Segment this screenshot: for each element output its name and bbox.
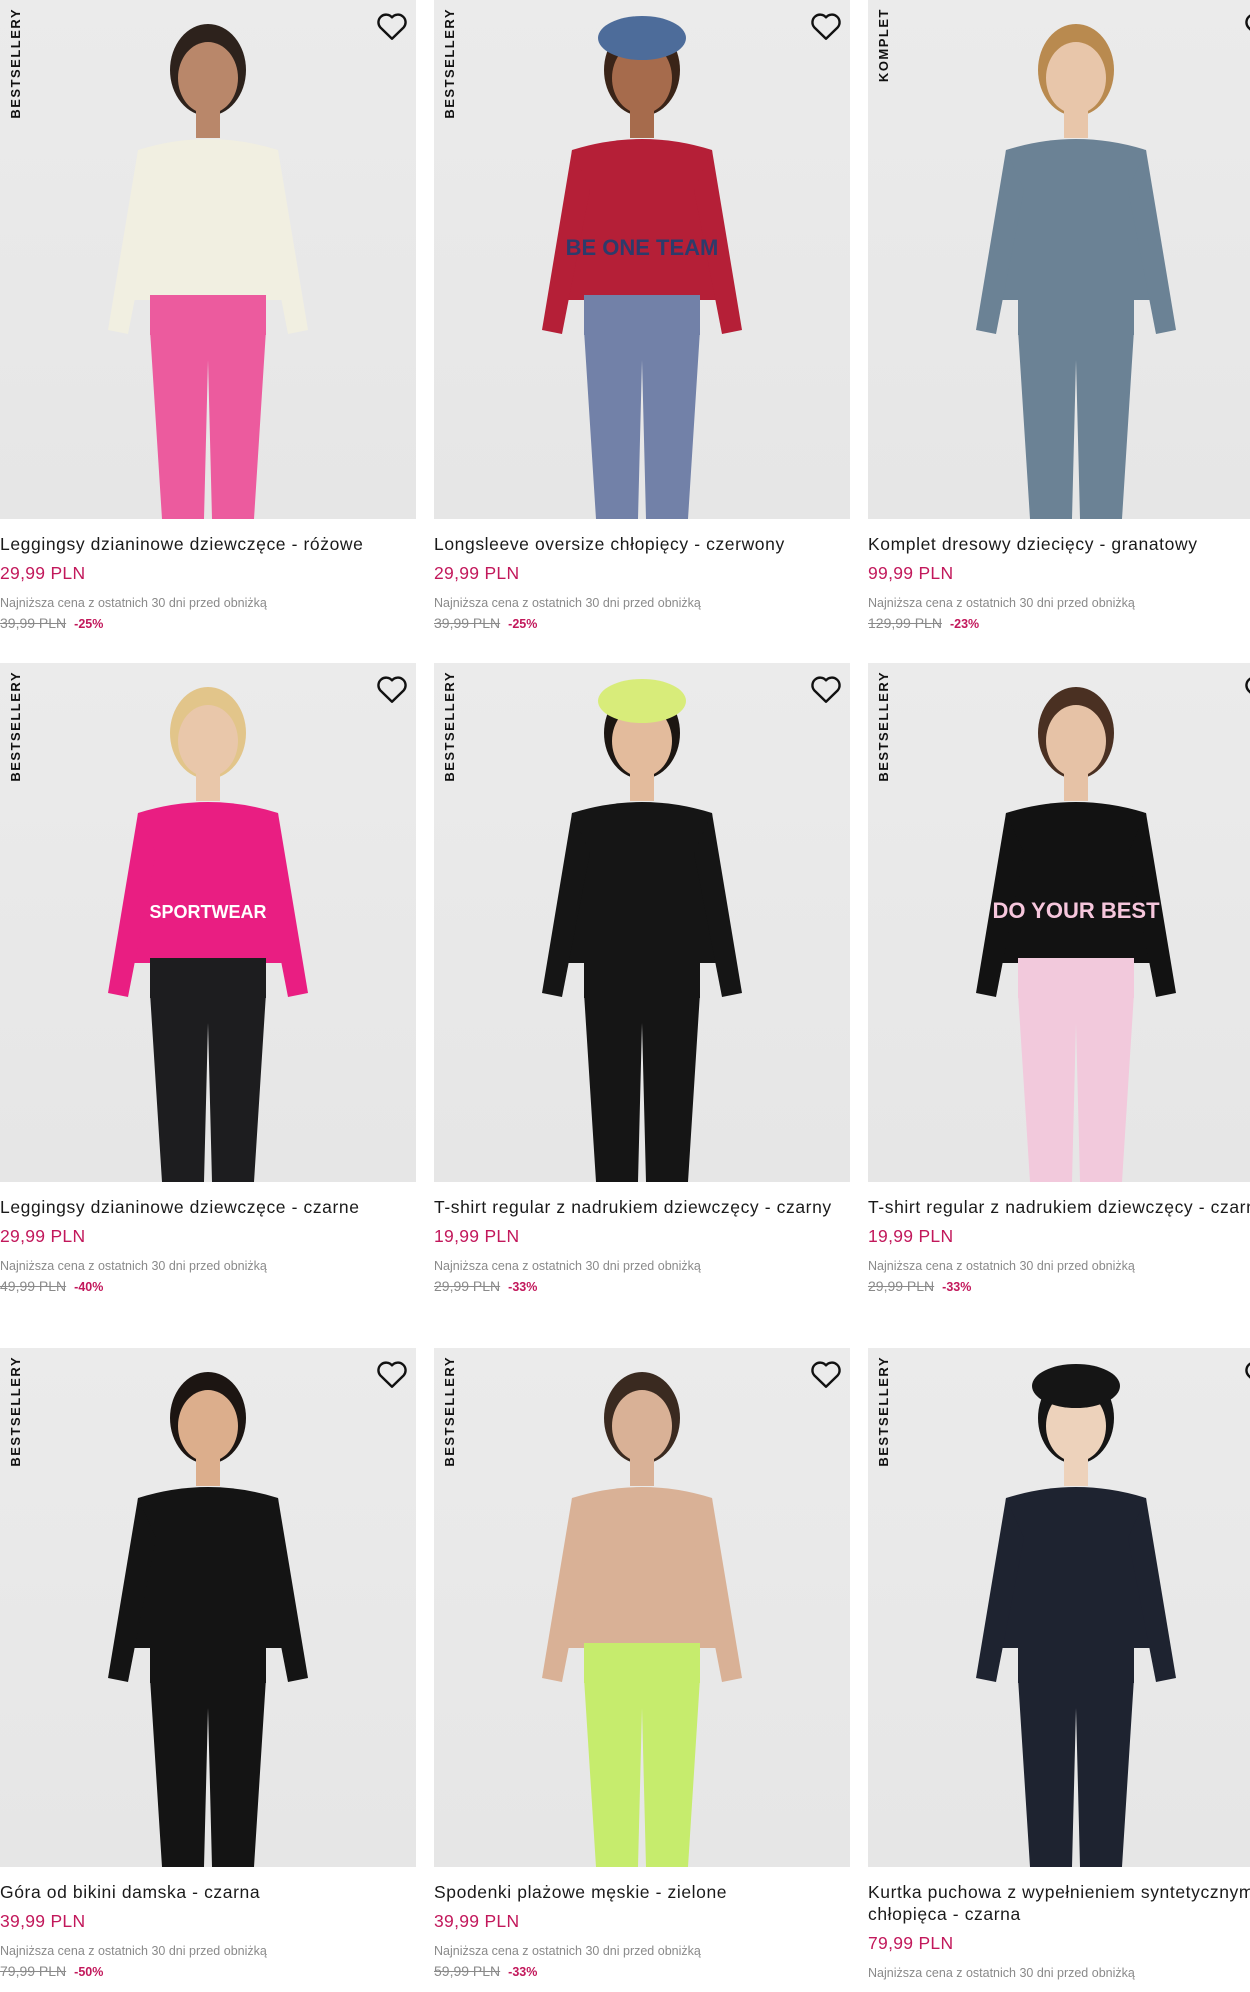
old-price: 79,99 PLN [0, 1963, 67, 1979]
product-card[interactable]: BESTSELLERY Góra od bikini damska - czar… [0, 1348, 416, 1979]
cap [598, 679, 686, 723]
product-image[interactable]: BESTSELLERY [434, 663, 850, 1182]
wishlist-heart-icon[interactable] [1242, 1356, 1250, 1392]
product-price: 39,99 PLN [434, 1911, 520, 1931]
product-card[interactable]: BESTSELLERY Kurtka puchowa z wypełnienie… [868, 1348, 1250, 1980]
garment-print: BE ONE TEAM [566, 235, 719, 260]
product-price: 19,99 PLN [868, 1226, 954, 1246]
old-price: 29,99 PLN [868, 1278, 935, 1294]
product-card[interactable]: DO YOUR BEST BESTSELLERY T-shirt regular… [868, 663, 1250, 1294]
lowest-price-note: Najniższa cena z ostatnich 30 dni przed … [434, 1259, 701, 1273]
wishlist-heart-icon[interactable] [808, 671, 844, 707]
old-price: 39,99 PLN [0, 615, 67, 631]
product-card[interactable]: BE ONE TEAM BESTSELLERY Longsleeve overs… [434, 0, 850, 631]
product-name[interactable]: Komplet dresowy dziecięcy - granatowy [868, 533, 1250, 555]
product-name[interactable]: Góra od bikini damska - czarna [0, 1881, 416, 1903]
product-name[interactable]: Spodenki plażowe męskie - zielone [434, 1881, 850, 1903]
product-image[interactable]: BESTSELLERY [0, 0, 416, 519]
model-photo [542, 1372, 742, 1867]
model-photo [976, 1364, 1176, 1867]
old-price: 129,99 PLN [868, 615, 942, 631]
model-photo [108, 1372, 308, 1867]
product-card[interactable]: SPORTWEAR BESTSELLERY Leggingsy dzianino… [0, 663, 416, 1294]
product-badge: BESTSELLERY [8, 8, 23, 119]
product-image[interactable]: BE ONE TEAM BESTSELLERY [434, 0, 850, 519]
product-card[interactable]: BESTSELLERY Leggingsy dzianinowe dziewcz… [0, 0, 416, 631]
discount-badge: -40% [74, 1280, 104, 1294]
garment-print: DO YOUR BEST [992, 898, 1160, 923]
old-price: 49,99 PLN [0, 1278, 67, 1294]
product-image[interactable]: SPORTWEAR BESTSELLERY [0, 663, 416, 1182]
wishlist-heart-icon[interactable] [374, 8, 410, 44]
discount-badge: -50% [74, 1965, 104, 1979]
cap [598, 16, 686, 60]
old-price: 29,99 PLN [434, 1278, 501, 1294]
wishlist-heart-icon[interactable] [1242, 671, 1250, 707]
lowest-price-note: Najniższa cena z ostatnich 30 dni przed … [0, 1259, 267, 1273]
product-image[interactable]: BESTSELLERY [868, 1348, 1250, 1867]
model-photo: SPORTWEAR [108, 687, 308, 1182]
product-price: 19,99 PLN [434, 1226, 520, 1246]
wishlist-heart-icon[interactable] [1242, 8, 1250, 44]
product-image[interactable]: BESTSELLERY [0, 1348, 416, 1867]
lowest-price-note: Najniższa cena z ostatnich 30 dni przed … [434, 596, 701, 610]
product-badge: BESTSELLERY [442, 1356, 457, 1467]
lowest-price-note: Najniższa cena z ostatnich 30 dni przed … [0, 596, 267, 610]
old-price: 39,99 PLN [434, 615, 501, 631]
product-card[interactable]: BESTSELLERY T-shirt regular z nadrukiem … [434, 663, 850, 1294]
product-price: 99,99 PLN [868, 563, 954, 583]
product-badge: BESTSELLERY [876, 1356, 891, 1467]
discount-badge: -25% [508, 617, 538, 631]
garment-print: SPORTWEAR [150, 902, 267, 922]
lowest-price-note: Najniższa cena z ostatnich 30 dni przed … [0, 1944, 267, 1958]
discount-badge: -33% [508, 1965, 538, 1979]
lowest-price-note: Najniższa cena z ostatnich 30 dni przed … [868, 596, 1135, 610]
product-image[interactable]: BESTSELLERY [434, 1348, 850, 1867]
lowest-price-note: Najniższa cena z ostatnich 30 dni przed … [434, 1944, 701, 1958]
product-name[interactable]: T-shirt regular z nadrukiem dziewczęcy -… [868, 1196, 1250, 1218]
product-image[interactable]: KOMPLET [868, 0, 1250, 519]
product-price: 29,99 PLN [0, 1226, 86, 1246]
discount-badge: -25% [74, 617, 104, 631]
product-name[interactable]: T-shirt regular z nadrukiem dziewczęcy -… [434, 1196, 850, 1218]
product-badge: BESTSELLERY [8, 671, 23, 782]
cap [1032, 1364, 1120, 1408]
old-price: 59,99 PLN [434, 1963, 501, 1979]
product-badge: KOMPLET [876, 8, 891, 83]
wishlist-heart-icon[interactable] [374, 1356, 410, 1392]
product-badge: BESTSELLERY [442, 8, 457, 119]
lowest-price-note: Najniższa cena z ostatnich 30 dni przed … [868, 1966, 1135, 1980]
product-name[interactable]: Longsleeve oversize chłopięcy - czerwony [434, 533, 850, 555]
wishlist-heart-icon[interactable] [374, 671, 410, 707]
wishlist-heart-icon[interactable] [808, 1356, 844, 1392]
discount-badge: -33% [508, 1280, 538, 1294]
model-photo [108, 24, 308, 519]
product-badge: BESTSELLERY [442, 671, 457, 782]
product-price: 29,99 PLN [434, 563, 520, 583]
wishlist-heart-icon[interactable] [808, 8, 844, 44]
product-name[interactable]: Leggingsy dzianinowe dziewczęce - różowe [0, 533, 416, 555]
product-name[interactable]: Kurtka puchowa z wypełnieniem syntetyczn… [868, 1881, 1250, 1925]
product-price: 79,99 PLN [868, 1933, 954, 1953]
discount-badge: -33% [942, 1280, 972, 1294]
lowest-price-note: Najniższa cena z ostatnich 30 dni przed … [868, 1259, 1135, 1273]
model-photo [976, 24, 1176, 519]
discount-badge: -23% [949, 617, 980, 631]
product-image[interactable]: DO YOUR BEST BESTSELLERY [868, 663, 1250, 1182]
model-photo: DO YOUR BEST [976, 687, 1176, 1182]
product-card[interactable]: KOMPLET Komplet dresowy dziecięcy - gran… [868, 0, 1250, 631]
product-badge: BESTSELLERY [876, 671, 891, 782]
model-photo [542, 679, 742, 1182]
product-name[interactable]: Leggingsy dzianinowe dziewczęce - czarne [0, 1196, 416, 1218]
product-price: 39,99 PLN [0, 1911, 86, 1931]
model-photo: BE ONE TEAM [542, 16, 742, 519]
product-card[interactable]: BESTSELLERY Spodenki plażowe męskie - zi… [434, 1348, 850, 1979]
product-badge: BESTSELLERY [8, 1356, 23, 1467]
product-price: 29,99 PLN [0, 563, 86, 583]
